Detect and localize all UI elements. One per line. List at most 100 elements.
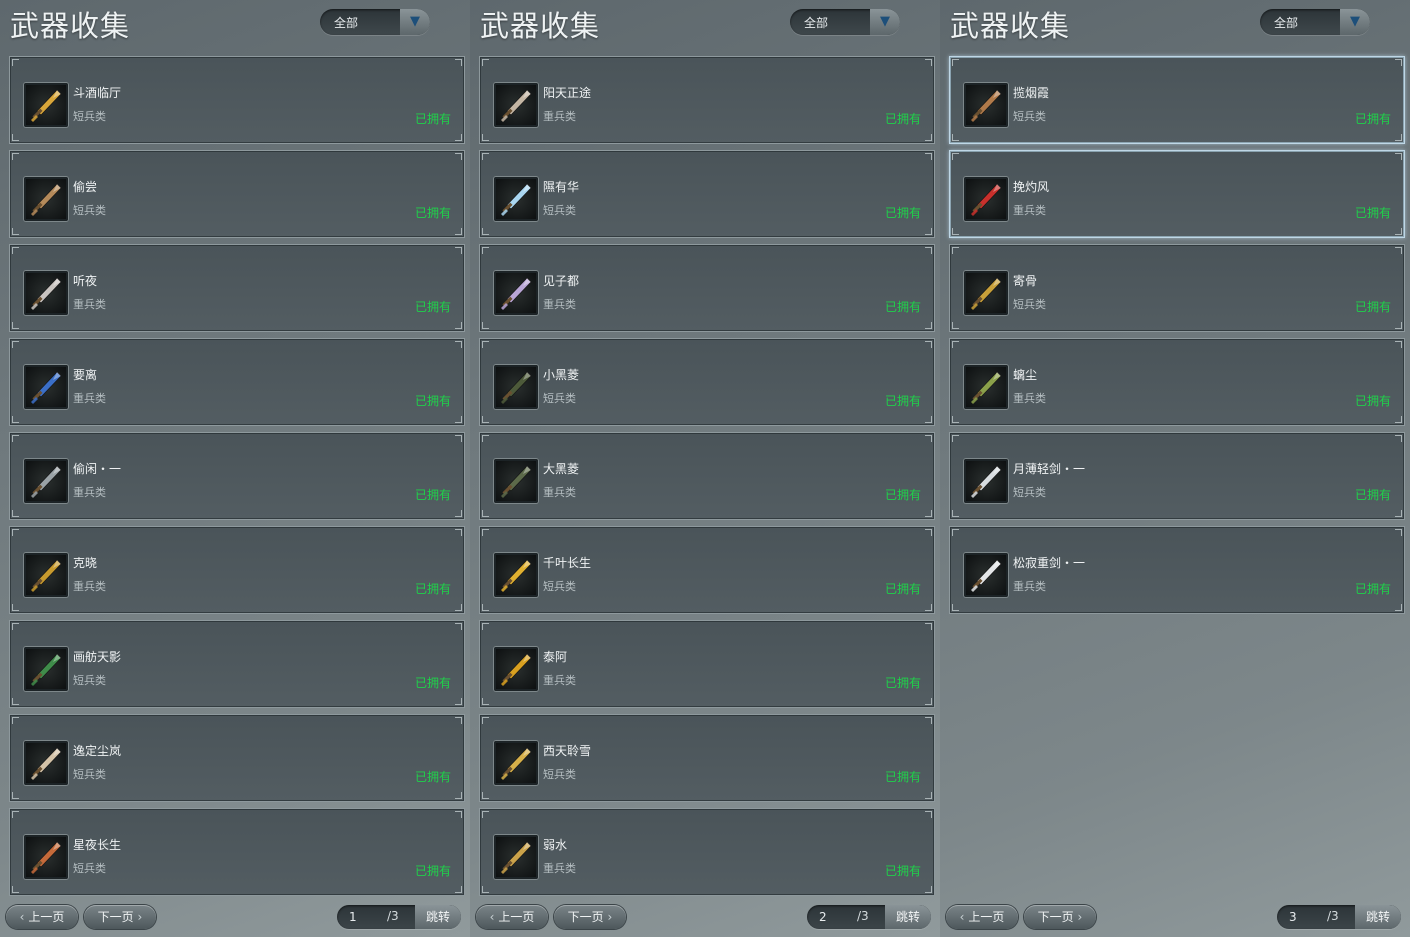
page-number-input[interactable]: [807, 905, 853, 929]
weapon-type: 短兵类: [543, 204, 576, 217]
weapon-card[interactable]: 逸定尘岚 短兵类 已拥有: [9, 714, 465, 802]
corner-ornament: [1395, 228, 1402, 235]
chevron-down-icon[interactable]: ▼: [1340, 9, 1370, 35]
weapon-type: 短兵类: [1013, 110, 1046, 123]
owned-status: 已拥有: [884, 206, 921, 220]
filter-value: 全部: [1274, 16, 1299, 30]
jump-button[interactable]: 跳转: [885, 905, 931, 929]
corner-ornament: [482, 529, 489, 536]
prev-page-button[interactable]: ‹ 上一页: [476, 905, 548, 929]
bronze-sword-hilt-icon: [24, 177, 68, 221]
jump-button[interactable]: 跳转: [415, 905, 461, 929]
weapon-card[interactable]: 千叶长生 短兵类 已拥有: [479, 526, 935, 614]
jump-button[interactable]: 跳转: [1355, 905, 1401, 929]
weapon-card[interactable]: 寄骨 短兵类 已拥有: [949, 244, 1405, 332]
weapon-name: 泰阿: [543, 650, 568, 664]
jade-dagger-icon: [24, 647, 68, 691]
weapon-type: 重兵类: [73, 580, 106, 593]
corner-ornament: [1395, 341, 1402, 348]
corner-ornament: [455, 886, 462, 893]
owned-status: 已拥有: [884, 300, 921, 314]
corner-ornament: [482, 435, 489, 442]
weapon-type: 短兵类: [543, 768, 576, 781]
weapon-collection-panels: 武器收集 全部 ▼ 斗酒临厅 短兵类 已拥有 偷尝 短兵类 已拥有 听夜 重兵类 已拥有 要离 重兵…: [0, 0, 1410, 937]
weapon-card[interactable]: 偷尝 短兵类 已拥有: [9, 150, 465, 238]
weapon-card[interactable]: 隰有华 短兵类 已拥有: [479, 150, 935, 238]
page-jump-box: /3 跳转: [807, 905, 931, 929]
corner-ornament: [12, 717, 19, 724]
category-filter-dropdown[interactable]: 全部 ▼: [790, 9, 900, 35]
weapon-card[interactable]: 松寂重剑・一 重兵类 已拥有: [949, 526, 1405, 614]
weapon-card[interactable]: 见子都 重兵类 已拥有: [479, 244, 935, 332]
weapon-card[interactable]: 偷闲・一 重兵类 已拥有: [9, 432, 465, 520]
weapon-name: 千叶长生: [543, 556, 592, 570]
category-filter-dropdown[interactable]: 全部 ▼: [320, 9, 430, 35]
chevron-left-icon: ‹: [959, 910, 965, 924]
corner-ornament: [12, 529, 19, 536]
weapon-type: 重兵类: [543, 110, 576, 123]
corner-ornament: [925, 604, 932, 611]
golden-ring-staff-icon: [494, 553, 538, 597]
corner-ornament: [12, 510, 19, 517]
weapon-card[interactable]: 阳天正途 重兵类 已拥有: [479, 56, 935, 144]
weapon-card[interactable]: 挽灼风 重兵类 已拥有: [949, 150, 1405, 238]
owned-status: 已拥有: [1354, 206, 1391, 220]
category-filter-dropdown[interactable]: 全部 ▼: [1260, 9, 1370, 35]
weapon-card[interactable]: 西天聆雪 短兵类 已拥有: [479, 714, 935, 802]
chevron-down-icon[interactable]: ▼: [870, 9, 900, 35]
weapon-type: 短兵类: [73, 674, 106, 687]
weapon-card[interactable]: 要离 重兵类 已拥有: [9, 338, 465, 426]
weapon-name: 弱水: [543, 838, 568, 852]
weapon-card[interactable]: 星夜长生 短兵类 已拥有: [9, 808, 465, 896]
weapon-card[interactable]: 螭尘 重兵类 已拥有: [949, 338, 1405, 426]
weapon-name: 揽烟霞: [1013, 86, 1050, 100]
page-number-input[interactable]: [1277, 905, 1323, 929]
owned-status: 已拥有: [414, 112, 451, 126]
corner-ornament: [482, 59, 489, 66]
chevron-right-icon: ›: [607, 910, 613, 924]
weapon-card[interactable]: 弱水 重兵类 已拥有: [479, 808, 935, 896]
corner-ornament: [925, 529, 932, 536]
corner-ornament: [482, 153, 489, 160]
stone-blade-icon: [494, 83, 538, 127]
corner-ornament: [455, 435, 462, 442]
chevron-down-icon[interactable]: ▼: [400, 9, 430, 35]
page-jump-box: /3 跳转: [1277, 905, 1401, 929]
golden-bone-dagger-icon: [964, 271, 1008, 315]
corner-ornament: [925, 341, 932, 348]
weapon-card[interactable]: 揽烟霞 短兵类 已拥有: [949, 56, 1405, 144]
jade-gold-blade-icon: [964, 365, 1008, 409]
weapon-card[interactable]: 听夜 重兵类 已拥有: [9, 244, 465, 332]
corner-ornament: [952, 416, 959, 423]
weapon-card[interactable]: 月薄轻剑・一 短兵类 已拥有: [949, 432, 1405, 520]
weapon-card[interactable]: 泰阿 重兵类 已拥有: [479, 620, 935, 708]
crimson-blade-icon: [964, 177, 1008, 221]
pagination: ‹ 上一页 下一页 › /3 跳转: [0, 903, 470, 933]
corner-ornament: [925, 792, 932, 799]
corner-ornament: [925, 59, 932, 66]
corner-ornament: [455, 529, 462, 536]
corner-ornament: [925, 811, 932, 818]
chevron-left-icon: ‹: [19, 910, 25, 924]
owned-status: 已拥有: [884, 488, 921, 502]
weapon-card[interactable]: 克晓 重兵类 已拥有: [9, 526, 465, 614]
prev-page-button[interactable]: ‹ 上一页: [946, 905, 1018, 929]
weapon-card[interactable]: 大黑菱 重兵类 已拥有: [479, 432, 935, 520]
corner-ornament: [482, 341, 489, 348]
page-number-input[interactable]: [337, 905, 383, 929]
weapon-name: 见子都: [543, 274, 580, 288]
weapon-card[interactable]: 小黑菱 短兵类 已拥有: [479, 338, 935, 426]
next-page-button[interactable]: 下一页 ›: [1024, 905, 1096, 929]
pagination: ‹ 上一页 下一页 › /3 跳转: [940, 903, 1410, 933]
owned-status: 已拥有: [1354, 582, 1391, 596]
page-total: /3: [857, 909, 869, 923]
next-page-button[interactable]: 下一页 ›: [84, 905, 156, 929]
corner-ornament: [1395, 604, 1402, 611]
prev-page-button[interactable]: ‹ 上一页: [6, 905, 78, 929]
next-page-button[interactable]: 下一页 ›: [554, 905, 626, 929]
weapon-card[interactable]: 画舫天影 短兵类 已拥有: [9, 620, 465, 708]
corner-ornament: [925, 698, 932, 705]
weapon-card[interactable]: 斗酒临厅 短兵类 已拥有: [9, 56, 465, 144]
weapon-name: 斗酒临厅: [73, 86, 122, 100]
corner-ornament: [1395, 435, 1402, 442]
